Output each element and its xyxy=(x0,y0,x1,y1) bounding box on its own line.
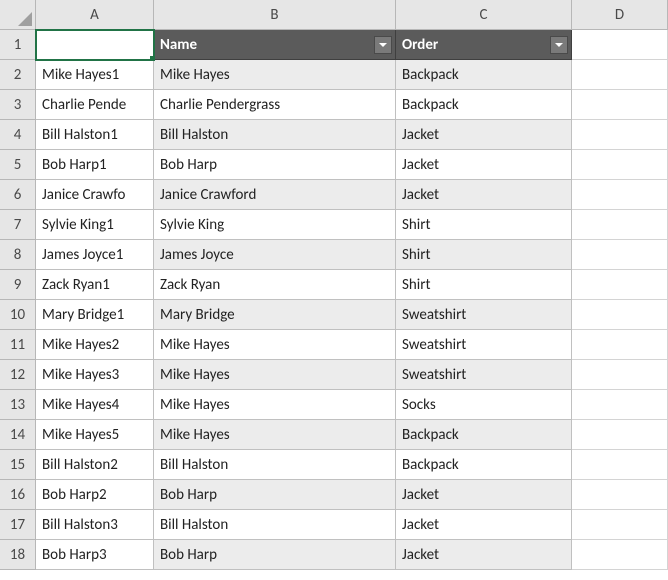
cell-name-14[interactable]: Mike Hayes xyxy=(154,420,396,450)
filter-order-icon[interactable] xyxy=(550,36,568,54)
filter-name-icon[interactable] xyxy=(374,36,392,54)
cell-name-15[interactable]: Bill Halston xyxy=(154,450,396,480)
cell-name-16[interactable]: Bob Harp xyxy=(154,480,396,510)
cell-name-4[interactable]: Bill Halston xyxy=(154,120,396,150)
cell-d17[interactable] xyxy=(572,510,668,540)
cell-order-8[interactable]: Shirt xyxy=(396,240,572,270)
row-header-8[interactable]: 8 xyxy=(0,240,36,270)
cell-a18[interactable]: Bob Harp3 xyxy=(36,540,154,570)
cell-order-2[interactable]: Backpack xyxy=(396,60,572,90)
cell-name-11[interactable]: Mike Hayes xyxy=(154,330,396,360)
cell-d13[interactable] xyxy=(572,390,668,420)
cell-name-17[interactable]: Bill Halston xyxy=(154,510,396,540)
cell-a8[interactable]: James Joyce1 xyxy=(36,240,154,270)
cell-order-12[interactable]: Sweatshirt xyxy=(396,360,572,390)
cell-d11[interactable] xyxy=(572,330,668,360)
row-header-17[interactable]: 17 xyxy=(0,510,36,540)
cell-a12[interactable]: Mike Hayes3 xyxy=(36,360,154,390)
row-header-2[interactable]: 2 xyxy=(0,60,36,90)
column-header-b[interactable]: B xyxy=(154,0,396,30)
cell-order-5[interactable]: Jacket xyxy=(396,150,572,180)
cell-a13[interactable]: Mike Hayes4 xyxy=(36,390,154,420)
cell-a4[interactable]: Bill Halston1 xyxy=(36,120,154,150)
table-header-name[interactable]: Name xyxy=(154,30,396,60)
cell-order-4[interactable]: Jacket xyxy=(396,120,572,150)
cell-name-10[interactable]: Mary Bridge xyxy=(154,300,396,330)
cell-d18[interactable] xyxy=(572,540,668,570)
row-header-12[interactable]: 12 xyxy=(0,360,36,390)
cell-order-10[interactable]: Sweatshirt xyxy=(396,300,572,330)
row-header-5[interactable]: 5 xyxy=(0,150,36,180)
cell-name-8[interactable]: James Joyce xyxy=(154,240,396,270)
cell-a16[interactable]: Bob Harp2 xyxy=(36,480,154,510)
cell-a3[interactable]: Charlie Pende xyxy=(36,90,154,120)
cell-a10[interactable]: Mary Bridge1 xyxy=(36,300,154,330)
cell-d9[interactable] xyxy=(572,270,668,300)
row-header-15[interactable]: 15 xyxy=(0,450,36,480)
cell-a6[interactable]: Janice Crawfo xyxy=(36,180,154,210)
row-header-13[interactable]: 13 xyxy=(0,390,36,420)
table-header-order[interactable]: Order xyxy=(396,30,572,60)
cell-a7[interactable]: Sylvie King1 xyxy=(36,210,154,240)
cell-name-5[interactable]: Bob Harp xyxy=(154,150,396,180)
cell-order-16[interactable]: Jacket xyxy=(396,480,572,510)
cell-a2[interactable]: Mike Hayes1 xyxy=(36,60,154,90)
cell-a5[interactable]: Bob Harp1 xyxy=(36,150,154,180)
cell-name-18[interactable]: Bob Harp xyxy=(154,540,396,570)
table-header-order-label: Order xyxy=(402,36,438,54)
cell-d6[interactable] xyxy=(572,180,668,210)
cell-a14[interactable]: Mike Hayes5 xyxy=(36,420,154,450)
cell-a9[interactable]: Zack Ryan1 xyxy=(36,270,154,300)
cell-d12[interactable] xyxy=(572,360,668,390)
cell-d5[interactable] xyxy=(572,150,668,180)
column-header-c[interactable]: C xyxy=(396,0,572,30)
row-header-1[interactable]: 1 xyxy=(0,30,36,60)
row-header-3[interactable]: 3 xyxy=(0,90,36,120)
cell-d2[interactable] xyxy=(572,60,668,90)
cell-order-17[interactable]: Jacket xyxy=(396,510,572,540)
cell-order-14[interactable]: Backpack xyxy=(396,420,572,450)
row-header-4[interactable]: 4 xyxy=(0,120,36,150)
cell-name-13[interactable]: Mike Hayes xyxy=(154,390,396,420)
cell-d3[interactable] xyxy=(572,90,668,120)
cell-order-18[interactable]: Jacket xyxy=(396,540,572,570)
row-header-9[interactable]: 9 xyxy=(0,270,36,300)
cell-a15[interactable]: Bill Halston2 xyxy=(36,450,154,480)
cell-order-7[interactable]: Shirt xyxy=(396,210,572,240)
cell-d14[interactable] xyxy=(572,420,668,450)
cell-order-6[interactable]: Jacket xyxy=(396,180,572,210)
cell-a17[interactable]: Bill Halston3 xyxy=(36,510,154,540)
cell-d16[interactable] xyxy=(572,480,668,510)
row-header-16[interactable]: 16 xyxy=(0,480,36,510)
cell-d7[interactable] xyxy=(572,210,668,240)
cell-name-9[interactable]: Zack Ryan xyxy=(154,270,396,300)
cell-d1[interactable] xyxy=(572,30,668,60)
column-header-a[interactable]: A xyxy=(36,0,154,30)
cell-a11[interactable]: Mike Hayes2 xyxy=(36,330,154,360)
cell-name-7[interactable]: Sylvie King xyxy=(154,210,396,240)
cell-order-11[interactable]: Sweatshirt xyxy=(396,330,572,360)
cell-name-6[interactable]: Janice Crawford xyxy=(154,180,396,210)
cell-order-9[interactable]: Shirt xyxy=(396,270,572,300)
cell-name-3[interactable]: Charlie Pendergrass xyxy=(154,90,396,120)
table-header-name-label: Name xyxy=(160,36,197,54)
row-header-14[interactable]: 14 xyxy=(0,420,36,450)
cell-name-12[interactable]: Mike Hayes xyxy=(154,360,396,390)
select-all-corner[interactable] xyxy=(0,0,36,30)
row-header-11[interactable]: 11 xyxy=(0,330,36,360)
cell-order-3[interactable]: Backpack xyxy=(396,90,572,120)
row-header-6[interactable]: 6 xyxy=(0,180,36,210)
cell-name-2[interactable]: Mike Hayes xyxy=(154,60,396,90)
row-header-10[interactable]: 10 xyxy=(0,300,36,330)
cell-order-15[interactable]: Backpack xyxy=(396,450,572,480)
cell-d10[interactable] xyxy=(572,300,668,330)
cell-d4[interactable] xyxy=(572,120,668,150)
row-header-18[interactable]: 18 xyxy=(0,540,36,570)
row-header-7[interactable]: 7 xyxy=(0,210,36,240)
cell-order-13[interactable]: Socks xyxy=(396,390,572,420)
cell-d8[interactable] xyxy=(572,240,668,270)
cell-a1[interactable] xyxy=(36,30,154,60)
cell-d15[interactable] xyxy=(572,450,668,480)
column-header-d[interactable]: D xyxy=(572,0,668,30)
